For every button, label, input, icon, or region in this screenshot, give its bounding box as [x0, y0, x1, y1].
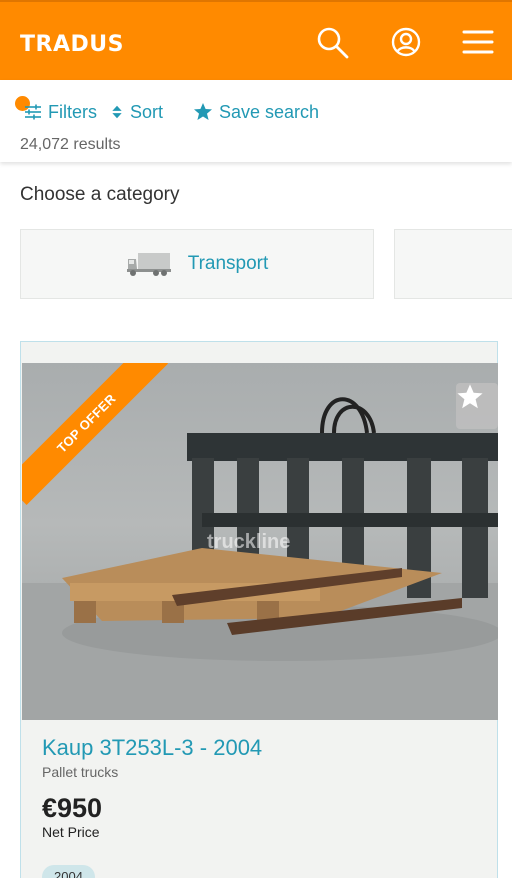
app-header: TRADUS [0, 0, 512, 80]
star-icon [194, 103, 212, 120]
results-count: 24,072 results [20, 136, 121, 153]
sort-icon [112, 105, 122, 119]
filters-label: Filters [48, 101, 97, 122]
filter-toolbar: Filters Sort Save search 24,072 results [0, 80, 512, 162]
save-search-label: Save search [219, 101, 320, 122]
save-search-button[interactable]: Save search [193, 100, 319, 124]
listing-title[interactable]: Kaup 3T253L-3 - 2004 [42, 735, 262, 761]
listing-price: €950 [42, 793, 103, 823]
price-note: Net Price [42, 824, 100, 840]
star-icon [457, 384, 483, 409]
category-section-title: Choose a category [20, 184, 180, 205]
user-icon[interactable] [388, 24, 424, 60]
sliders-icon [25, 104, 41, 120]
category-card-next[interactable] [394, 229, 512, 299]
year-badge: 2004 [42, 865, 95, 878]
listing-card[interactable]: truckline TOP OFFER Kaup 3T253L-3 - 2004… [20, 341, 498, 878]
filters-button[interactable]: Filters [24, 100, 97, 124]
truck-icon [126, 253, 171, 276]
favorite-button[interactable] [456, 383, 498, 429]
tradus-logo[interactable]: TRADUS [20, 32, 124, 57]
sort-label: Sort [130, 101, 164, 122]
sort-button[interactable]: Sort [110, 100, 163, 124]
photo-watermark: truckline [207, 531, 291, 553]
listing-photo[interactable]: truckline TOP OFFER [22, 363, 498, 720]
menu-icon[interactable] [460, 24, 496, 60]
category-card-transport[interactable]: Transport [20, 229, 374, 299]
search-icon[interactable] [314, 24, 350, 60]
listing-category: Pallet trucks [42, 764, 119, 780]
category-label: Transport [187, 253, 269, 274]
